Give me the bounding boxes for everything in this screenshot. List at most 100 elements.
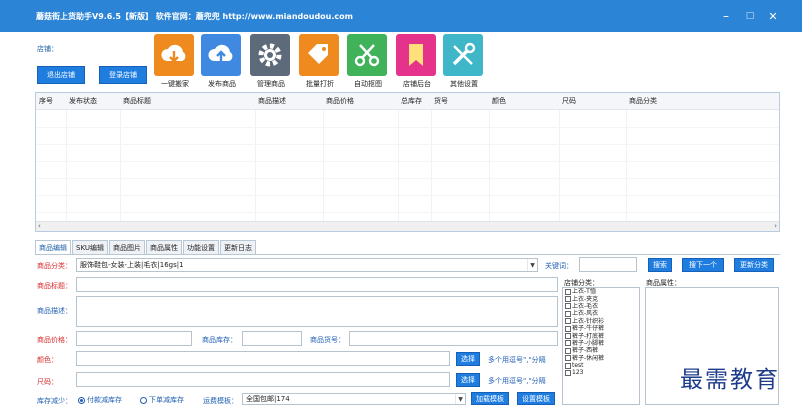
- freight-template-select[interactable]: 全国包邮|174 ▼: [242, 393, 466, 405]
- column-header[interactable]: 总库存: [401, 96, 422, 106]
- price-input[interactable]: [76, 331, 192, 346]
- color-input[interactable]: [76, 351, 450, 366]
- tool-label: 发布商品: [208, 80, 236, 88]
- horizontal-scrollbar[interactable]: ‹ ›: [36, 221, 779, 231]
- radio-pay-reduce[interactable]: 付款减库存: [78, 395, 122, 405]
- download-cloud-icon: [154, 34, 194, 76]
- grid-line: [36, 212, 779, 213]
- description-input[interactable]: [76, 296, 558, 327]
- column-header[interactable]: 发布状态: [69, 96, 97, 106]
- column-header[interactable]: 商品分类: [629, 96, 657, 106]
- auto-cutout-button[interactable]: 自动抠图: [345, 34, 391, 90]
- freight-template-label: 运费模板：: [203, 397, 238, 405]
- tab-sku-edit[interactable]: SKU编辑: [72, 240, 108, 254]
- grid-line: [36, 127, 779, 128]
- window-title: 蘑菇街上货助手V9.6.5【新版】 软件官网：蘑兜兜 http://www.mi…: [36, 11, 353, 21]
- column-header[interactable]: 商品价格: [326, 96, 354, 106]
- title-bar: 蘑菇街上货助手V9.6.5【新版】 软件官网：蘑兜兜 http://www.mi…: [0, 0, 802, 32]
- checkbox[interactable]: [565, 369, 571, 376]
- size-select-button[interactable]: 选择: [456, 373, 480, 387]
- tool-label: 店铺后台: [403, 80, 431, 88]
- checkbox[interactable]: [565, 296, 571, 303]
- table-header: 序号 发布状态 商品标题 商品描述 商品价格 总库存 货号 颜色 尺码 商品分类: [36, 93, 779, 110]
- checkbox[interactable]: [565, 355, 571, 362]
- checkbox[interactable]: [565, 347, 571, 354]
- checkbox[interactable]: [565, 325, 571, 332]
- list-item[interactable]: 123: [563, 369, 639, 376]
- stock-reduce-label: 库存减少：: [37, 397, 72, 405]
- column-header[interactable]: 商品描述: [258, 96, 286, 106]
- keyword-input[interactable]: [579, 257, 637, 272]
- checkbox[interactable]: [565, 333, 571, 340]
- bookmark-icon: [396, 34, 436, 76]
- tab-goods-attributes[interactable]: 商品属性: [145, 240, 182, 254]
- size-input[interactable]: [76, 372, 450, 387]
- radio-checked-icon[interactable]: [78, 396, 85, 404]
- checkbox[interactable]: [565, 340, 571, 347]
- search-button[interactable]: 搜索: [648, 258, 672, 272]
- checkbox[interactable]: [565, 362, 571, 369]
- sku-code-input[interactable]: [349, 331, 558, 346]
- maximize-button[interactable]: □: [738, 0, 762, 32]
- freight-template-value: 全国包邮|174: [246, 395, 290, 403]
- watermark-text: 最需教育: [680, 367, 780, 393]
- goods-table[interactable]: 序号 发布状态 商品标题 商品描述 商品价格 总库存 货号 颜色 尺码 商品分类…: [35, 92, 780, 232]
- minimize-button[interactable]: –: [714, 0, 738, 32]
- publish-goods-button[interactable]: 发布商品: [199, 34, 245, 90]
- list-item[interactable]: 裤子-打底裤: [563, 332, 639, 340]
- search-next-button[interactable]: 搜下一个: [682, 258, 724, 272]
- checkbox[interactable]: [565, 318, 571, 325]
- column-header[interactable]: 序号: [39, 96, 53, 106]
- set-template-button[interactable]: 设置模板: [517, 392, 555, 405]
- title-input[interactable]: [76, 277, 558, 292]
- tab-goods-edit[interactable]: 商品编辑: [35, 240, 71, 254]
- tab-function-settings[interactable]: 功能设置: [182, 240, 219, 254]
- shop-category-list[interactable]: 上衣-T恤 上衣-夹克 上衣-毛衣 上衣-风衣 上衣-针织衫 裤子-牛仔裤 裤子…: [562, 287, 640, 405]
- category-select[interactable]: 服饰鞋包-女装-上装|毛衣|16gs|1 ▼: [76, 258, 538, 272]
- list-item[interactable]: 上衣-夹克: [563, 295, 639, 303]
- list-item[interactable]: 裤子-休闲裤: [563, 355, 639, 362]
- load-template-button[interactable]: 加载模板: [471, 392, 509, 405]
- color-select-button[interactable]: 选择: [456, 352, 480, 366]
- column-header[interactable]: 货号: [434, 96, 448, 106]
- list-item[interactable]: 上衣-风衣: [563, 310, 639, 317]
- list-item[interactable]: 上衣-针织衫: [563, 318, 639, 325]
- batch-discount-button[interactable]: 批量打折: [297, 34, 343, 90]
- chevron-down-icon[interactable]: ▼: [455, 394, 465, 404]
- editor-tabs: 商品编辑 SKU编辑 商品图片 商品属性 功能设置 更新日志: [35, 240, 257, 254]
- radio-order-reduce[interactable]: 下单减库存: [140, 395, 184, 405]
- keyword-label: 关键词：: [545, 262, 573, 270]
- column-header[interactable]: 尺码: [562, 96, 576, 106]
- radio-unchecked-icon[interactable]: [140, 396, 147, 404]
- logout-shop-button[interactable]: 退出店铺: [37, 66, 85, 84]
- grid-line: [36, 195, 779, 196]
- update-category-button[interactable]: 更新分类: [734, 258, 774, 272]
- login-shop-button[interactable]: 登录店铺: [99, 66, 147, 84]
- checkbox[interactable]: [565, 303, 571, 310]
- grid-line: [36, 144, 779, 145]
- checkbox[interactable]: [565, 310, 571, 317]
- close-button[interactable]: ✕: [761, 0, 785, 32]
- list-item[interactable]: 裤子-牛仔裤: [563, 325, 639, 332]
- list-item[interactable]: test: [563, 362, 639, 369]
- tab-goods-images[interactable]: 商品图片: [108, 240, 145, 254]
- chevron-down-icon[interactable]: ▼: [527, 259, 537, 271]
- main-toolbar: 店铺： 退出店铺 登录店铺 一键搬家 发布商品 管理商品 批量打折 自动抠图 店…: [0, 32, 802, 90]
- other-settings-button[interactable]: 其他设置: [441, 34, 487, 90]
- one-click-move-button[interactable]: 一键搬家: [152, 34, 198, 90]
- scroll-right-icon[interactable]: ›: [774, 222, 777, 230]
- color-label: 颜色：: [37, 356, 58, 364]
- list-item[interactable]: 上衣-T恤: [563, 288, 639, 295]
- stock-input[interactable]: [242, 331, 302, 346]
- checkbox[interactable]: [565, 288, 571, 295]
- column-header[interactable]: 颜色: [492, 96, 506, 106]
- tool-label: 自动抠图: [354, 80, 382, 88]
- tab-update-log[interactable]: 更新日志: [219, 240, 256, 254]
- manage-goods-button[interactable]: 管理商品: [248, 34, 294, 90]
- shop-backend-button[interactable]: 店铺后台: [394, 34, 440, 90]
- tab-divider: [35, 254, 780, 255]
- list-item[interactable]: 裤子-西裤: [563, 347, 639, 354]
- column-header[interactable]: 商品标题: [123, 96, 151, 106]
- tool-label: 其他设置: [450, 80, 478, 88]
- scroll-left-icon[interactable]: ‹: [38, 222, 41, 230]
